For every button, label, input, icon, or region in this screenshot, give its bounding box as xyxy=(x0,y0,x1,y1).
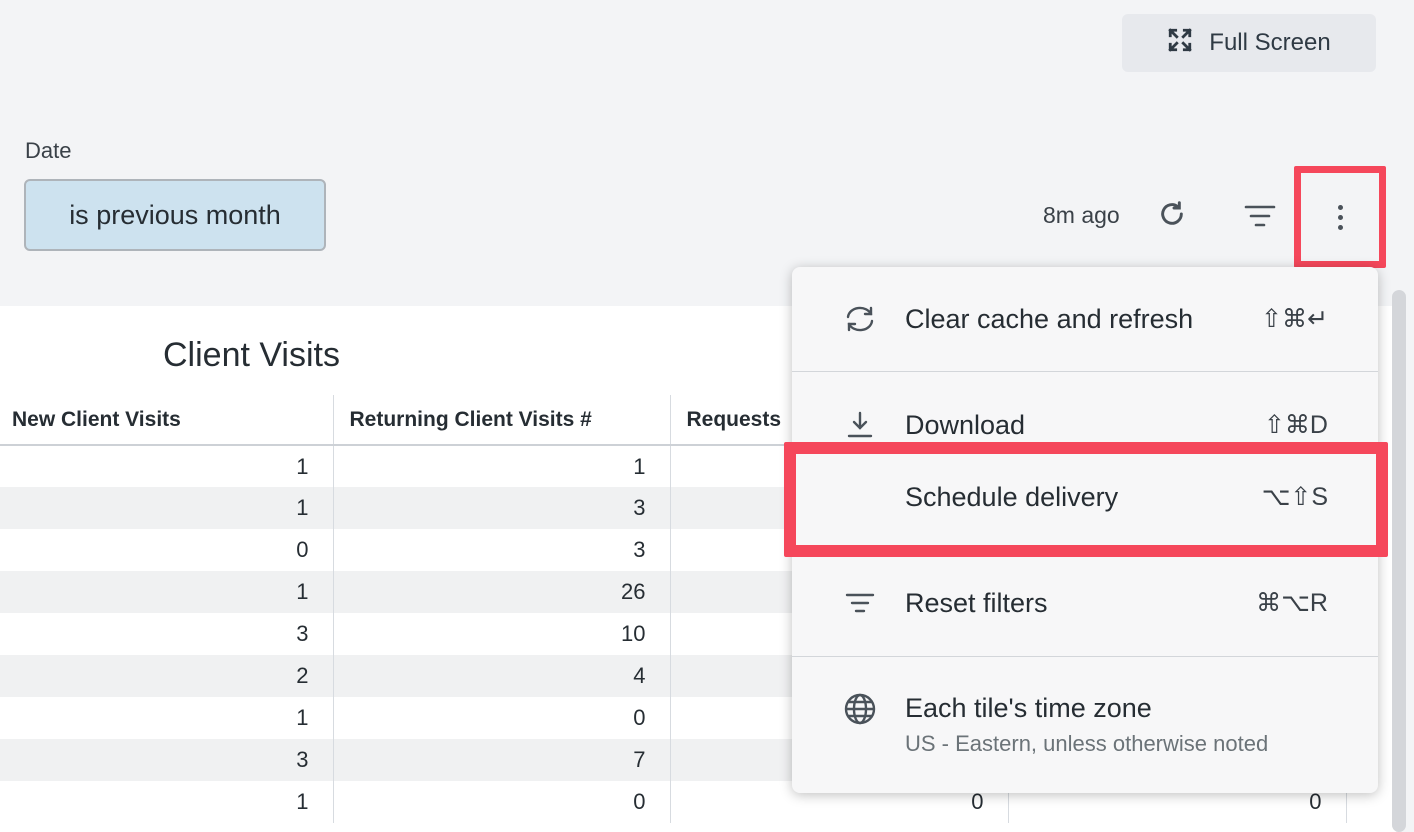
full-screen-label: Full Screen xyxy=(1209,29,1331,56)
menu-item-label: Clear cache and refresh xyxy=(905,303,1194,334)
menu-divider xyxy=(792,656,1378,657)
table-cell: 0 xyxy=(333,781,671,823)
table-cell: 3 xyxy=(333,529,671,571)
date-filter-chip[interactable]: is previous month xyxy=(24,179,326,251)
table-cell: 3 xyxy=(0,739,334,781)
download-icon xyxy=(840,405,880,445)
table-cell: 1 xyxy=(0,697,334,739)
table-cell: 1 xyxy=(0,781,334,823)
menu-item-label: Each tile's time zone xyxy=(905,693,1152,723)
date-filter-label: Date xyxy=(25,138,72,163)
filter-icon[interactable] xyxy=(1240,196,1280,236)
table-cell: 1 xyxy=(0,571,334,613)
menu-item-time-zone[interactable]: Each tile's time zone US - Eastern, unle… xyxy=(792,679,1378,769)
menu-item-shortcut: ⇧⌘D xyxy=(1263,411,1328,439)
table-cell: 0 xyxy=(0,529,334,571)
more-options-button[interactable] xyxy=(1294,166,1386,268)
tile-title: Client Visits xyxy=(163,336,340,374)
table-cell: 26 xyxy=(333,571,671,613)
menu-item-clear-cache[interactable]: Clear cache and refresh ⇧⌘↵ xyxy=(792,287,1378,351)
table-cell: 3 xyxy=(333,487,671,529)
refresh-icon[interactable] xyxy=(1152,194,1192,234)
column-header[interactable]: Returning Client Visits # xyxy=(333,395,671,446)
menu-item-reset-filters[interactable]: Reset filters ⌘⌥R xyxy=(792,571,1378,635)
table-cell: 1 xyxy=(0,487,334,529)
menu-item-shortcut: ⇧⌘↵ xyxy=(1261,305,1328,333)
table-cell: 4 xyxy=(333,655,671,697)
vertical-scrollbar[interactable] xyxy=(1392,290,1406,832)
globe-icon xyxy=(840,689,880,729)
table-cell: 2 xyxy=(0,655,334,697)
menu-item-shortcut: ⌘⌥R xyxy=(1256,589,1328,617)
table-cell: 3 xyxy=(0,613,334,655)
expand-icon xyxy=(1167,27,1193,60)
table-cell: 7 xyxy=(333,739,671,781)
menu-item-label: Download xyxy=(905,409,1026,440)
sync-icon xyxy=(840,299,880,339)
filter-lines-icon xyxy=(840,583,880,623)
highlight-box xyxy=(784,442,1388,557)
table-cell: 0 xyxy=(333,697,671,739)
table-cell: 1 xyxy=(333,445,671,487)
table-cell: 1 xyxy=(0,445,334,487)
date-filter-value: is previous month xyxy=(69,199,281,230)
menu-item-label: Reset filters xyxy=(905,587,1048,618)
last-updated-text: 8m ago xyxy=(1043,202,1120,228)
menu-item-sublabel: US - Eastern, unless otherwise noted xyxy=(905,731,1269,756)
column-header[interactable]: New Client Visits xyxy=(0,395,334,446)
table-cell: 10 xyxy=(333,613,671,655)
vertical-dots-icon xyxy=(1337,204,1343,230)
menu-divider xyxy=(792,371,1378,372)
full-screen-button[interactable]: Full Screen xyxy=(1122,14,1376,72)
